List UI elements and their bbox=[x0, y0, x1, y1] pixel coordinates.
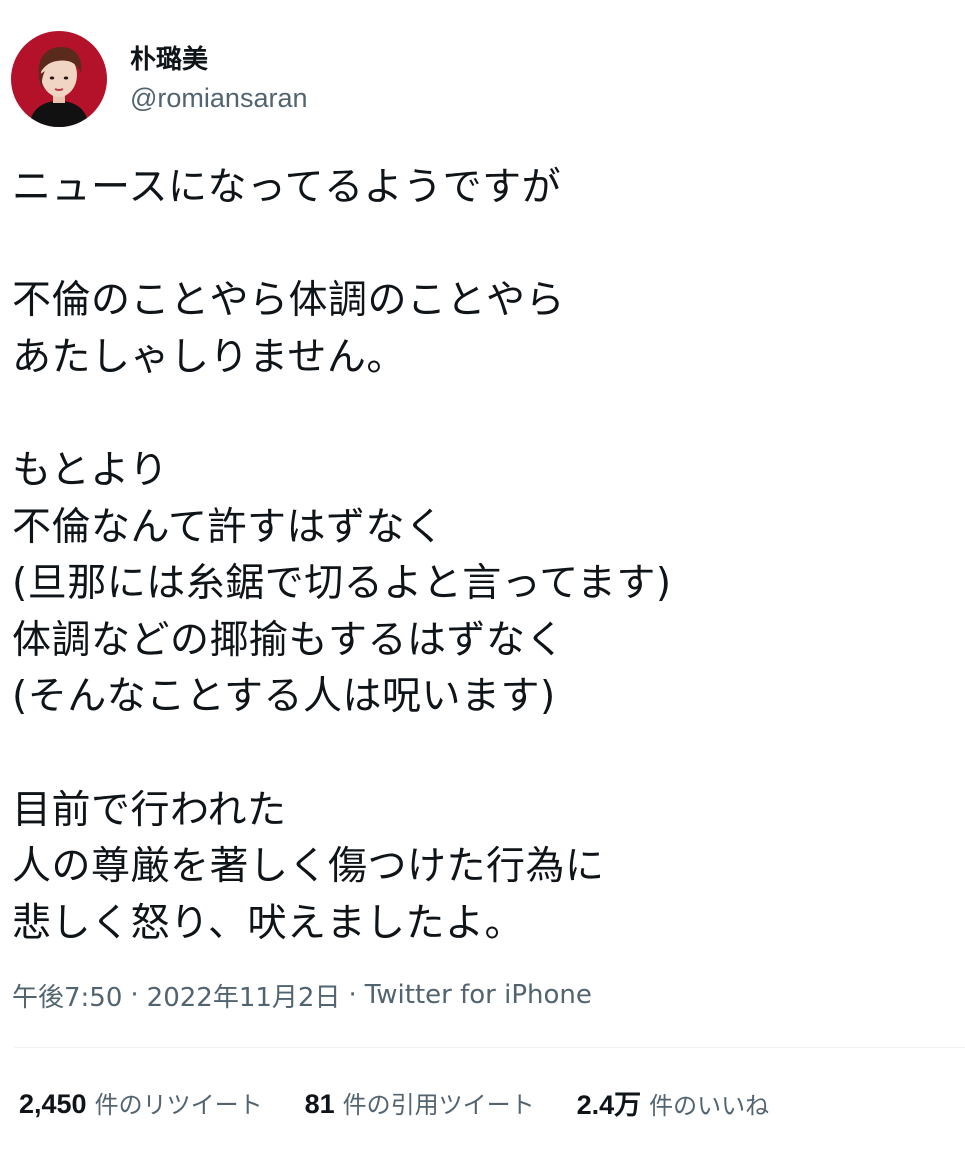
tweet-text-line bbox=[12, 217, 952, 274]
tweet-stats: 2,450 件のリツイート 81 件の引用ツイート 2.4万 件のいいね bbox=[19, 1082, 811, 1122]
tweet-text-line: ニュースになってるようですが bbox=[12, 165, 562, 210]
tweet-text-line: あたしゃしりません。 bbox=[12, 334, 406, 380]
tweet-header: 朴璐美 @romiansaran bbox=[11, 30, 307, 128]
quotes-label: 件の引用ツイート bbox=[342, 1090, 535, 1119]
retweets-count: 2,450 bbox=[19, 1088, 87, 1119]
tweet-text-line: 目前で行われた bbox=[12, 787, 287, 833]
likes-label: 件のいいね bbox=[649, 1091, 770, 1120]
author-names: 朴璐美 @romiansaran bbox=[130, 43, 307, 115]
tweet-date[interactable]: 2022年11月2日 bbox=[147, 977, 341, 1014]
tweet-text-line: (そんなことする人は呪います) bbox=[12, 674, 556, 720]
tweet-text-line: 不倫なんて許すはずなく bbox=[12, 504, 445, 550]
retweets-stat[interactable]: 2,450 件のリツイート bbox=[19, 1085, 263, 1120]
meta-separator: · bbox=[348, 980, 357, 1010]
tweet-text-line bbox=[12, 726, 952, 783]
tweet-text: ニュースになってるようですが 不倫のことやら体調のことやら あたしゃしりません。… bbox=[12, 160, 952, 952]
tweet-text-line: (旦那には糸鋸で切るよと言ってます) bbox=[12, 561, 672, 607]
quotes-stat[interactable]: 81 件の引用ツイート bbox=[305, 1085, 535, 1120]
likes-count: 2.4万 bbox=[576, 1089, 642, 1120]
avatar[interactable] bbox=[11, 31, 107, 127]
tweet-text-line: 体調などの揶揄もするはずなく bbox=[12, 617, 566, 663]
tweet-meta: 午後7:50 · 2022年11月2日 · Twitter for iPhone bbox=[12, 975, 592, 1015]
tweet-text-line bbox=[12, 386, 952, 443]
tweet-source[interactable]: Twitter for iPhone bbox=[365, 980, 592, 1010]
likes-stat[interactable]: 2.4万 件のいいね bbox=[577, 1083, 770, 1122]
tweet-time[interactable]: 午後7:50 bbox=[12, 977, 122, 1014]
divider bbox=[14, 1047, 965, 1048]
tweet-text-line: 悲しく怒り、吠えましたよ。 bbox=[12, 900, 524, 946]
quotes-count: 81 bbox=[304, 1088, 335, 1119]
retweets-label: 件のリツイート bbox=[94, 1090, 263, 1119]
avatar-image bbox=[11, 31, 107, 127]
meta-separator: · bbox=[130, 980, 139, 1010]
tweet-text-line: 不倫のことやら体調のことやら bbox=[12, 278, 566, 324]
author-display-name[interactable]: 朴璐美 bbox=[130, 43, 307, 77]
tweet-text-line: もとより bbox=[12, 447, 169, 493]
tweet-text-line: 人の尊厳を著しく傷つけた行為に bbox=[12, 844, 605, 890]
author-handle[interactable]: @romiansaran bbox=[130, 81, 307, 115]
